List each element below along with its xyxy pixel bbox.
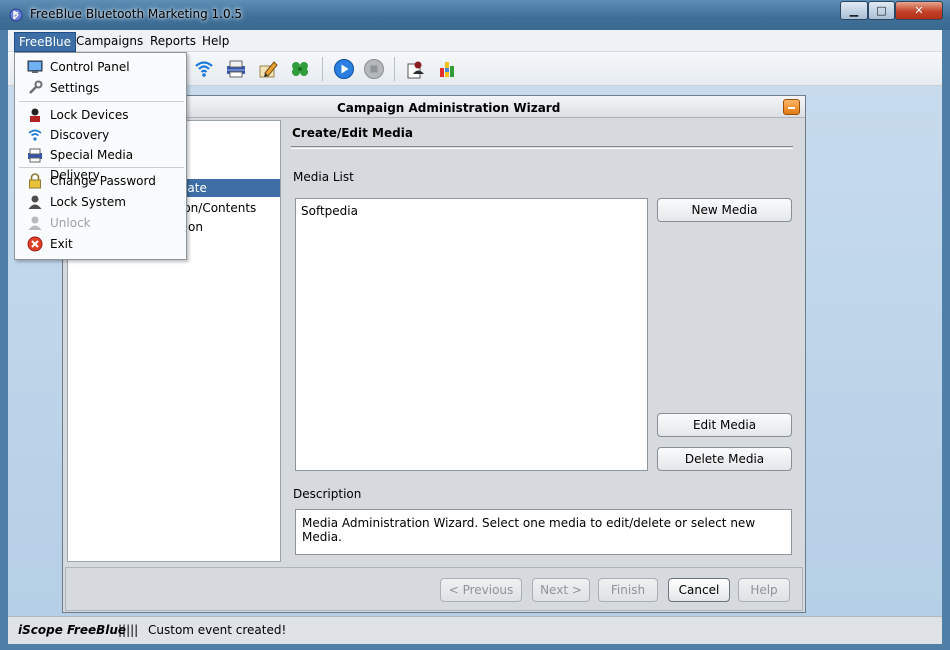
freeblue-menu: Control Panel Settings Lock Devices Disc… — [14, 52, 187, 260]
wizard-minimize-button[interactable] — [783, 99, 800, 115]
menu-freeblue[interactable]: FreeBlue — [14, 32, 77, 52]
wizard-content-panel: Create/Edit Media Media List Softpedia N… — [283, 120, 803, 562]
menu-separator — [19, 101, 184, 102]
list-item[interactable]: Softpedia — [301, 204, 358, 218]
menu-item-label: Settings — [50, 81, 100, 95]
menu-bar: FreeBlue Campaigns Reports Help — [8, 30, 942, 52]
title-bar: FreeBlue Bluetooth Marketing 1.0.5 ▁ □ ✕ — [0, 0, 950, 30]
status-indicator: ||||| — [118, 623, 139, 637]
menu-item-exit[interactable]: Exit — [15, 234, 186, 254]
edit-tool-button[interactable] — [256, 57, 280, 81]
menu-item-special-media-delivery[interactable]: Special Media Delivery — [15, 145, 186, 182]
wifi-icon — [28, 129, 42, 141]
description-label: Description — [293, 487, 362, 501]
clover-icon — [292, 62, 308, 76]
finish-button[interactable]: Finish — [598, 578, 658, 602]
menu-item-label: Discovery — [50, 128, 110, 142]
close-icon: ✕ — [914, 4, 924, 17]
status-brand: iScope FreeBlue — [18, 623, 127, 637]
delete-media-button[interactable]: Delete Media — [657, 447, 792, 471]
window-frame-left — [0, 30, 8, 650]
section-title: Create/Edit Media — [292, 126, 413, 140]
menu-item-label: Unlock — [50, 216, 91, 230]
menu-item-label: Lock System — [50, 195, 126, 209]
wizard-title: Campaign Administration Wizard — [337, 101, 561, 115]
menu-item-label: Lock Devices — [50, 108, 129, 122]
new-media-button[interactable]: New Media — [657, 198, 792, 222]
discovery-tool-button[interactable] — [192, 57, 216, 81]
stop-tool-button[interactable] — [362, 57, 386, 81]
menu-item-discovery[interactable]: Discovery — [15, 125, 186, 145]
users-tool-button[interactable] — [404, 57, 428, 81]
media-list-label: Media List — [293, 170, 354, 184]
wifi-icon — [195, 61, 213, 77]
menu-reports[interactable]: Reports — [145, 33, 201, 51]
menu-help[interactable]: Help — [197, 33, 234, 51]
edit-media-button[interactable]: Edit Media — [657, 413, 792, 437]
menu-item-change-password[interactable]: Change Password — [15, 171, 186, 191]
menu-item-settings[interactable]: Settings — [15, 78, 186, 98]
maximize-button[interactable]: □ — [868, 1, 895, 20]
bar-chart-icon — [440, 62, 454, 77]
minimize-button[interactable]: ▁ — [840, 1, 868, 20]
status-message: Custom event created! — [148, 623, 287, 637]
stop-icon — [364, 59, 384, 79]
menu-item-label: Exit — [50, 237, 73, 251]
menu-separator — [19, 167, 184, 168]
printer-icon — [227, 60, 245, 78]
minimize-icon: ▁ — [849, 4, 859, 17]
section-divider — [291, 146, 793, 149]
menu-item-lock-system[interactable]: Lock System — [15, 192, 186, 212]
user-unlock-icon — [28, 216, 42, 230]
description-box: Media Administration Wizard. Select one … — [295, 509, 792, 555]
media-delivery-icon — [28, 148, 42, 163]
pencil-paper-icon — [259, 61, 278, 78]
menu-item-label: Control Panel — [50, 60, 130, 74]
user-card-icon — [407, 61, 424, 79]
window-title: FreeBlue Bluetooth Marketing 1.0.5 — [30, 7, 243, 21]
menu-campaigns[interactable]: Campaigns — [71, 33, 148, 51]
padlock-icon — [29, 173, 41, 189]
status-bar: iScope FreeBlue ||||| Custom event creat… — [8, 616, 942, 644]
lock-devices-icon — [30, 108, 40, 122]
reports-tool-button[interactable] — [436, 57, 460, 81]
maximize-icon: □ — [876, 4, 887, 17]
wizard-footer: < Previous Next > Finish Cancel Help — [65, 567, 803, 611]
cancel-button[interactable]: Cancel — [668, 578, 730, 602]
toolbar-separator — [322, 57, 323, 81]
user-lock-icon — [28, 195, 42, 209]
menu-item-lock-devices[interactable]: Lock Devices — [15, 105, 186, 125]
toolbar-separator — [394, 57, 395, 81]
play-icon — [334, 59, 354, 79]
previous-button[interactable]: < Previous — [440, 578, 522, 602]
wrench-icon — [29, 80, 43, 94]
monitor-icon — [27, 60, 43, 73]
exit-icon — [27, 236, 43, 252]
clover-tool-button[interactable] — [288, 57, 312, 81]
menu-item-label: Change Password — [50, 174, 156, 188]
menu-item-unlock[interactable]: Unlock — [15, 213, 186, 233]
media-list[interactable]: Softpedia — [295, 198, 648, 471]
play-tool-button[interactable] — [332, 57, 356, 81]
app-logo-icon — [9, 8, 23, 22]
media-delivery-tool-button[interactable] — [224, 57, 248, 81]
close-button[interactable]: ✕ — [895, 1, 943, 20]
menu-item-control-panel[interactable]: Control Panel — [15, 57, 186, 77]
window-frame-right — [942, 30, 950, 650]
window-frame-bottom — [0, 644, 950, 650]
help-button[interactable]: Help — [738, 578, 790, 602]
next-button[interactable]: Next > — [532, 578, 590, 602]
